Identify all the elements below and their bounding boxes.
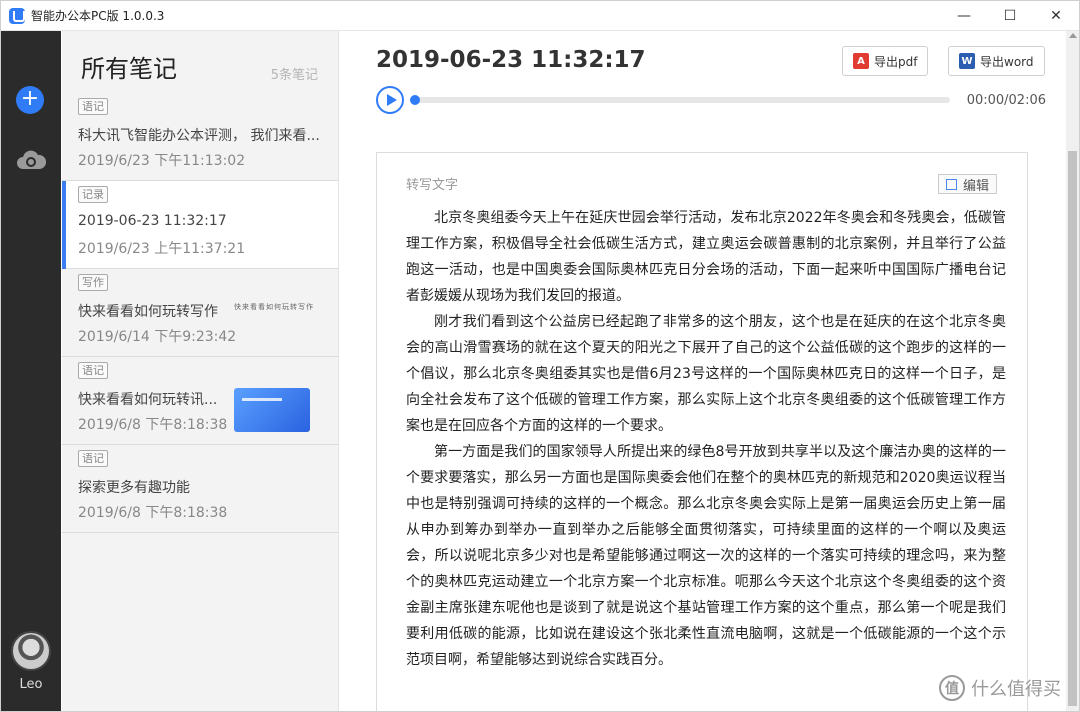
maximize-button[interactable]: ☐	[987, 1, 1033, 31]
scroll-thumb[interactable]	[1068, 151, 1077, 706]
audio-player: 00:00/02:06	[376, 86, 1046, 116]
play-button[interactable]	[376, 86, 404, 114]
transcript-paragraph: 第一方面是我们的国家领导人所提出来的绿色8号开放到共享半以及这个廉洁办奥的这样的…	[406, 444, 1006, 668]
note-list-item[interactable]: 语记 快来看看如何玩转讯... 2019/6/8 下午8:18:38	[62, 357, 338, 445]
note-date: 2019/6/8 下午8:18:38	[78, 417, 228, 433]
edit-button[interactable]: 编辑	[937, 174, 997, 194]
close-button[interactable]: ✕	[1033, 1, 1079, 31]
export-pdf-label: 导出pdf	[874, 54, 918, 69]
transcript-paragraph: 北京冬奥组委今天上午在延庆世园会举行活动，发布北京2022年冬奥会和冬残奥会，低…	[406, 210, 1006, 304]
note-detail-panel: 2019-06-23 11:32:17 A 导出pdf W 导出word 00:…	[340, 31, 1079, 711]
note-title: 探索更多有趣功能	[78, 480, 190, 496]
note-title: 快来看看如何玩转写作	[78, 304, 218, 320]
audio-progress-knob[interactable]	[410, 95, 420, 105]
user-name: Leo	[19, 677, 43, 692]
note-list-panel: 所有笔记 5条笔记 语记 科大讯飞智能办公本评测， 我们来看... 2019/6…	[62, 31, 339, 711]
note-tag: 语记	[78, 98, 108, 115]
note-datetime-title: 2019-06-23 11:32:17	[376, 47, 646, 73]
watermark-text: 什么值得买	[971, 679, 1061, 700]
note-list-title: 所有笔记	[81, 55, 177, 83]
note-date: 2019/6/14 下午9:23:42	[78, 329, 237, 345]
watermark-logo: 值	[939, 675, 965, 701]
note-list-item[interactable]: 语记 科大讯飞智能办公本评测， 我们来看... 2019/6/23 下午11:1…	[62, 93, 338, 181]
edit-label: 编辑	[962, 178, 989, 194]
note-tag: 记录	[78, 186, 108, 203]
transcript-panel: 转写文字 编辑 北京冬奥组委今天上午在延庆世园会举行活动，发布北京2022年冬奥…	[376, 152, 1028, 711]
note-date: 2019/6/8 下午8:18:38	[78, 505, 228, 521]
note-list-item[interactable]: 写作 快来看看如何玩转写作 快来看看如何玩转写作 2019/6/14 下午9:2…	[62, 269, 338, 357]
audio-progress-track[interactable]	[410, 95, 950, 105]
note-list-item[interactable]: 语记 探索更多有趣功能 2019/6/8 下午8:18:38	[62, 445, 338, 533]
window-controls: — ☐ ✕	[941, 1, 1079, 31]
note-title: 科大讯飞智能办公本评测， 我们来看...	[78, 128, 320, 144]
note-date: 2019/6/23 上午11:37:21	[78, 241, 246, 257]
transcript-paragraph: 刚才我们看到这个公益房已经起跑了非常多的这个朋友，这个也是在延庆的在这个北京冬奥…	[406, 314, 1006, 434]
left-rail: + Leo	[1, 31, 61, 711]
note-list-header: 所有笔记 5条笔记	[62, 31, 338, 93]
cloud-sync-icon[interactable]	[15, 149, 47, 171]
transcript-text[interactable]: 北京冬奥组委今天上午在延庆世园会举行活动，发布北京2022年冬奥会和冬残奥会，低…	[406, 205, 1006, 673]
note-tag: 写作	[78, 274, 108, 291]
note-image-thumbnail	[234, 388, 310, 432]
minimize-button[interactable]: —	[941, 1, 987, 31]
user-avatar[interactable]	[11, 631, 51, 671]
export-word-label: 导出word	[980, 54, 1034, 69]
app-logo-icon	[9, 7, 25, 24]
note-title: 快来看看如何玩转讯...	[78, 392, 218, 408]
app-window: 智能办公本PC版 1.0.0.3 — ☐ ✕ + Leo 所有笔记 5条笔记 语…	[0, 0, 1080, 712]
audio-time: 00:00/02:06	[966, 93, 1046, 108]
note-date: 2019/6/23 下午11:13:02	[78, 153, 246, 169]
note-list-item-selected[interactable]: 记录 2019-06-23 11:32:17 2019/6/23 上午11:37…	[62, 181, 338, 269]
note-count: 5条笔记	[270, 68, 318, 83]
handwriting-thumbnail: 快来看看如何玩转写作	[234, 303, 314, 311]
watermark: 值 什么值得买	[939, 675, 1061, 701]
add-note-button[interactable]: +	[16, 86, 44, 114]
pdf-icon: A	[853, 53, 869, 69]
scroll-up-arrow-icon[interactable]	[1069, 33, 1077, 38]
title-bar: 智能办公本PC版 1.0.0.3 — ☐ ✕	[1, 1, 1079, 31]
window-title: 智能办公本PC版 1.0.0.3	[31, 9, 165, 23]
note-tag: 语记	[78, 362, 108, 379]
transcript-label: 转写文字	[406, 178, 459, 193]
export-word-button[interactable]: W 导出word	[948, 46, 1045, 76]
detail-scrollbar[interactable]	[1066, 31, 1079, 711]
note-tag: 语记	[78, 450, 108, 467]
word-icon: W	[959, 53, 975, 69]
note-title: 2019-06-23 11:32:17	[78, 213, 227, 229]
edit-icon	[945, 178, 957, 190]
export-pdf-button[interactable]: A 导出pdf	[842, 46, 929, 76]
